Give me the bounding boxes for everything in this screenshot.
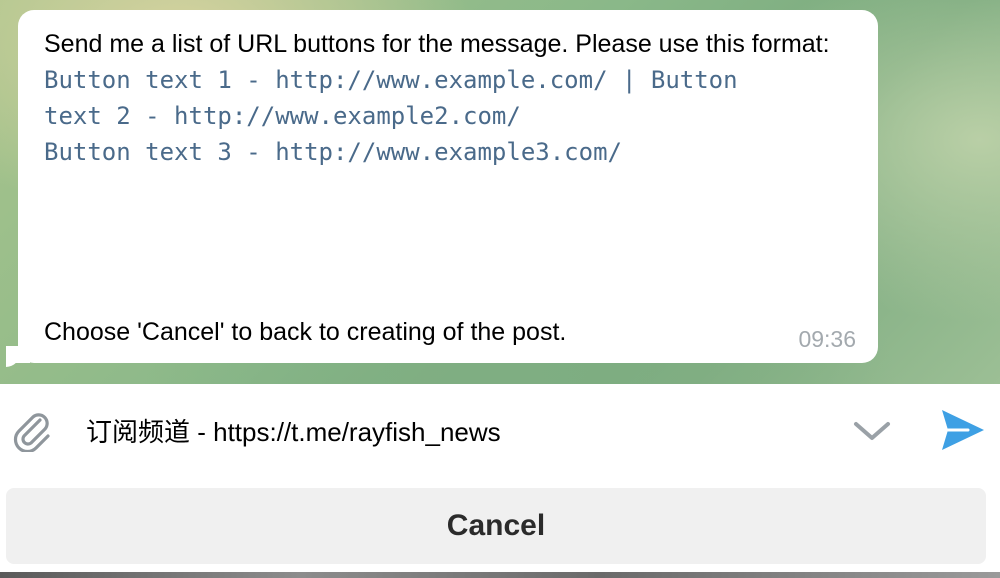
- cancel-button[interactable]: Cancel: [6, 488, 986, 564]
- bottom-strip: [0, 572, 1000, 578]
- message-composer: [0, 384, 1000, 476]
- code-line: text 2 - http://www.example2.com/: [44, 102, 521, 130]
- message-input[interactable]: [86, 408, 826, 452]
- reply-keyboard: Cancel: [0, 476, 1000, 578]
- send-icon[interactable]: [938, 406, 988, 454]
- message-intro: Send me a list of URL buttons for the me…: [44, 30, 830, 58]
- message-footer: Choose 'Cancel' to back to creating of t…: [44, 318, 567, 346]
- message-bubble: Send me a list of URL buttons for the me…: [18, 10, 878, 363]
- paperclip-icon[interactable]: [10, 408, 54, 454]
- code-line: Button text 1 - http://www.example.com/ …: [44, 66, 738, 94]
- format-code-block: Button text 1 - http://www.example.com/ …: [44, 62, 864, 170]
- code-line: Button text 3 - http://www.example3.com/: [44, 138, 622, 166]
- message-timestamp: 09:36: [798, 326, 856, 352]
- chevron-down-icon[interactable]: [852, 414, 892, 450]
